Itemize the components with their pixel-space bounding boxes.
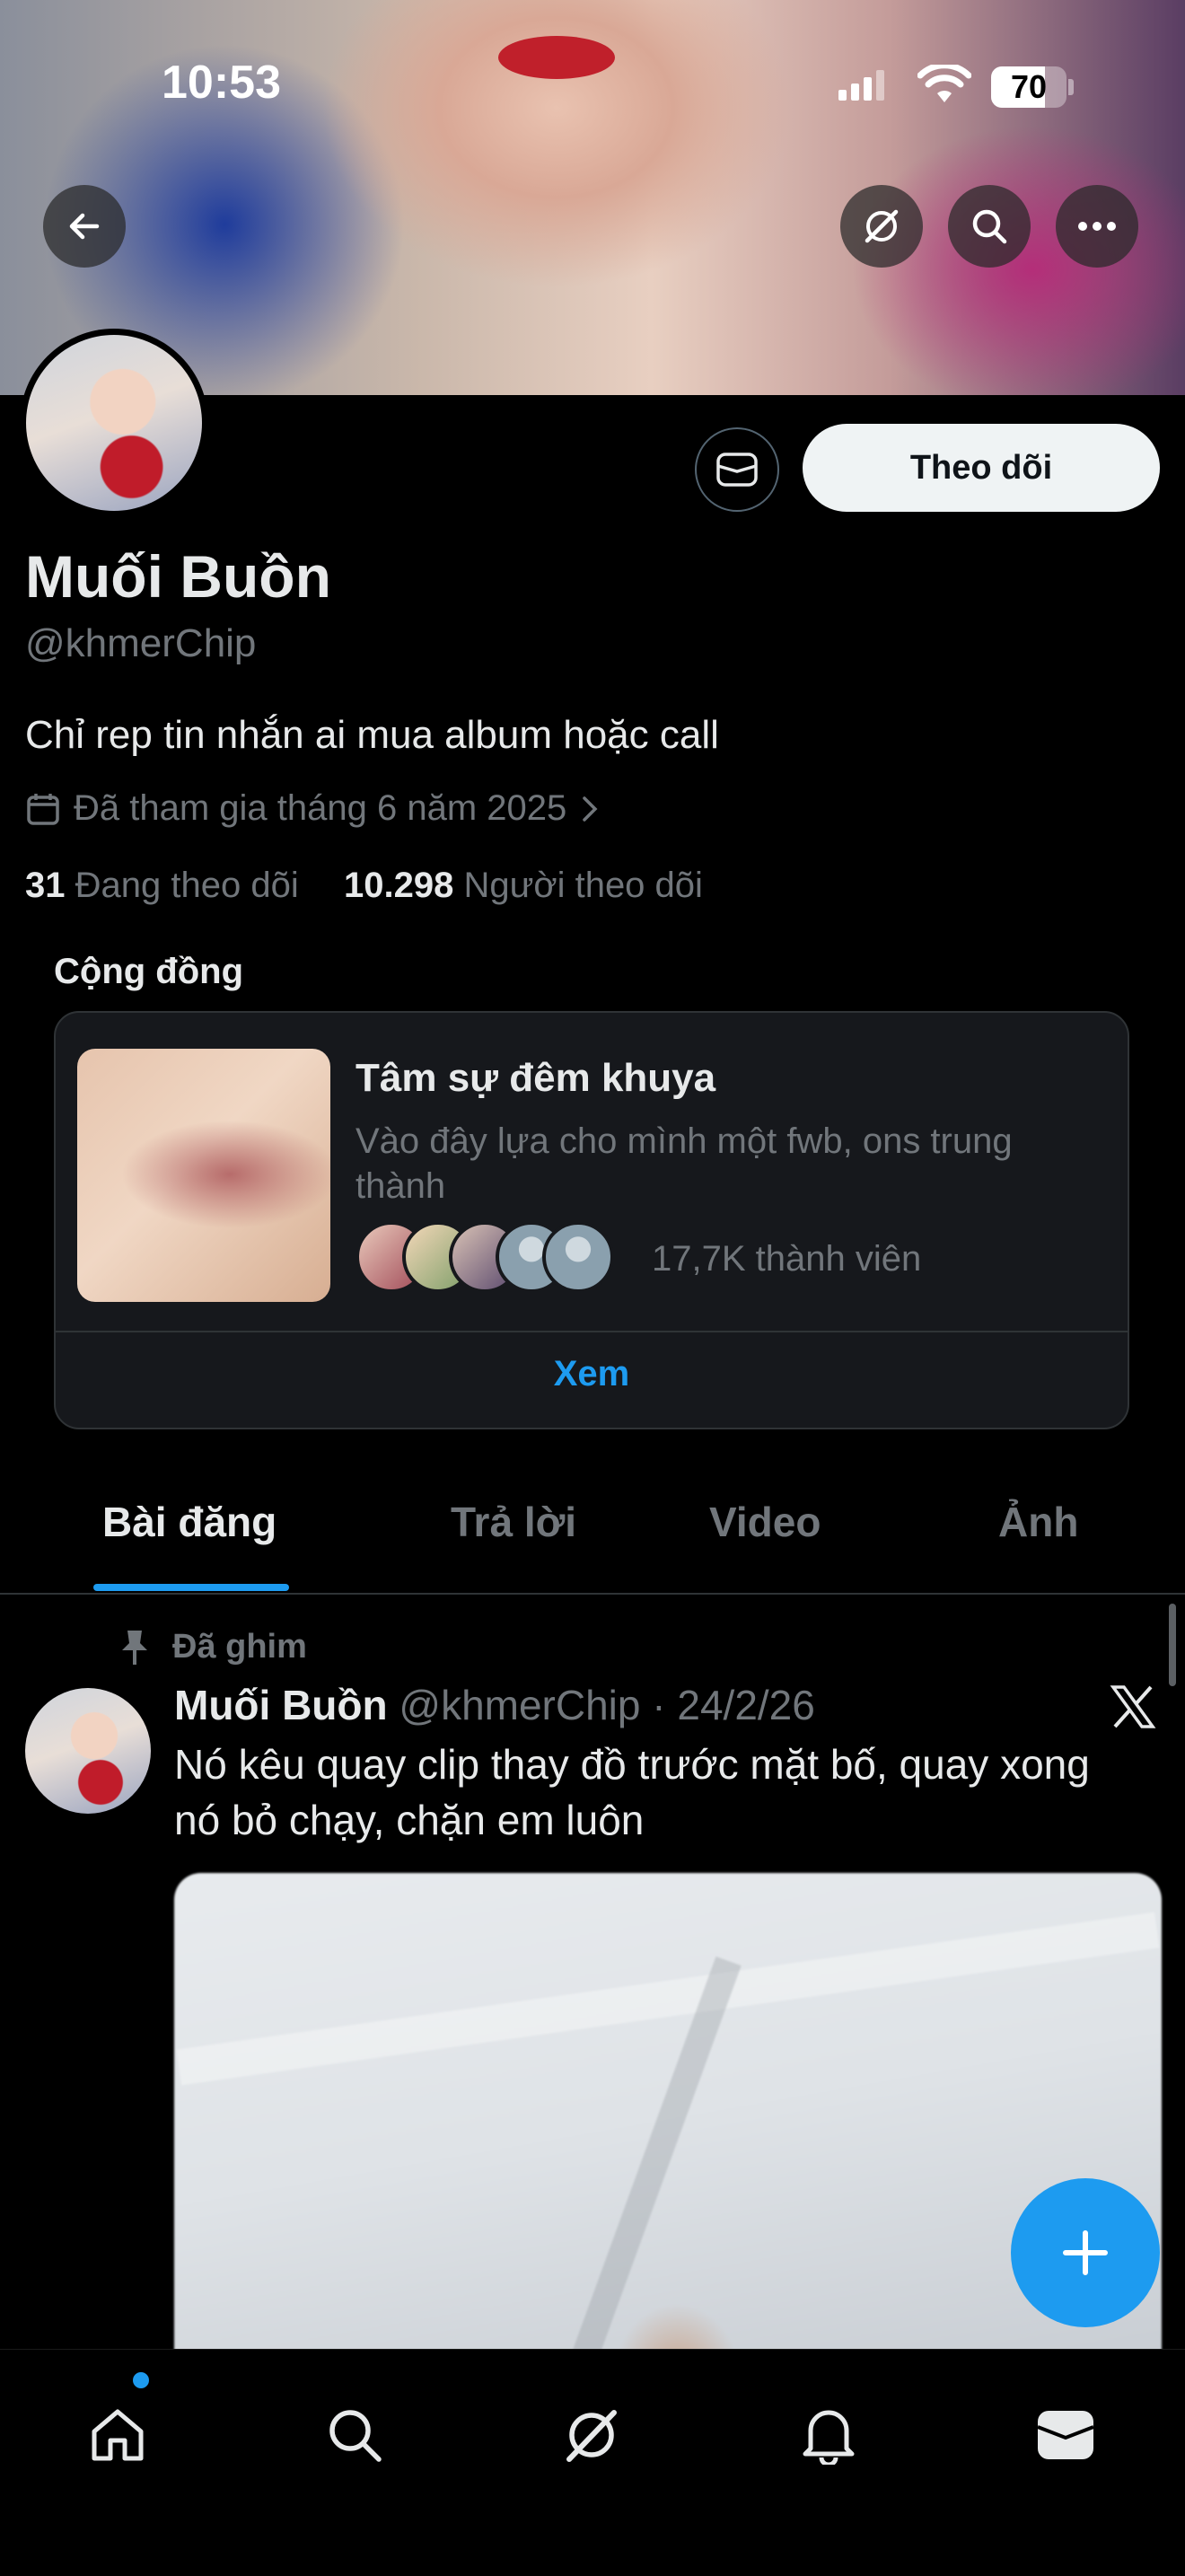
nav-home[interactable] [77, 2395, 158, 2475]
community-section-title: Cộng đồng [54, 952, 244, 991]
more-button[interactable] [1056, 185, 1138, 268]
post-separator: · [652, 1682, 666, 1728]
home-notification-dot [133, 2372, 149, 2388]
more-icon [1078, 222, 1116, 231]
joined-date[interactable]: Đã tham gia tháng 6 năm 2025 [25, 788, 601, 829]
envelope-icon [1037, 2411, 1094, 2459]
search-button[interactable] [948, 185, 1031, 268]
home-icon [92, 2409, 144, 2461]
banner-photo-detail [498, 36, 615, 79]
signal-icon [838, 70, 889, 105]
x-logo-icon [1110, 1684, 1156, 1734]
wifi-icon [917, 62, 972, 109]
profile-bio: Chỉ rep tin nhắn ai mua album hoặc call [25, 713, 719, 757]
tab-replies[interactable]: Trả lời [451, 1498, 576, 1546]
search-icon [972, 209, 1007, 244]
bottom-nav [0, 2349, 1185, 2576]
community-members: 17,7K thành viên [652, 1239, 922, 1279]
avatar-photo [26, 335, 202, 511]
post-author-avatar[interactable] [25, 1688, 151, 1814]
active-tab-indicator [93, 1584, 289, 1591]
following-link[interactable]: 31 Đang theo dõi [25, 866, 299, 905]
pin-icon [122, 1631, 147, 1665]
grok-icon [566, 2410, 617, 2462]
followers-label: Người theo dõi [463, 866, 703, 905]
followers-link[interactable]: 10.298 Người theo dõi [344, 866, 703, 905]
status-time: 10:53 [162, 57, 281, 109]
post-header: Muối Buồn @khmerChip · 24/2/26 [174, 1681, 815, 1729]
following-label: Đang theo dõi [75, 866, 299, 905]
community-card[interactable]: Tâm sự đêm khuya Vào đây lựa cho mình mộ… [54, 1011, 1129, 1429]
community-name: Tâm sự đêm khuya [356, 1056, 716, 1100]
calendar-icon [27, 793, 59, 825]
grok-button[interactable] [840, 185, 923, 268]
tab-posts[interactable]: Bài đăng [102, 1498, 276, 1546]
joined-label: Đã tham gia tháng 6 năm 2025 [74, 788, 567, 828]
nav-messages[interactable] [1025, 2395, 1106, 2475]
following-count: 31 [25, 866, 66, 905]
card-divider [56, 1331, 1128, 1332]
search-icon [329, 2410, 382, 2462]
post-date[interactable]: 24/2/26 [677, 1682, 814, 1728]
follow-stats: 31 Đang theo dõi 10.298 Người theo dõi [25, 866, 703, 906]
profile-tabs: Bài đăng Trả lời Video Ảnh [0, 1498, 1185, 1595]
member-avatar [542, 1221, 614, 1293]
profile-handle: @khmerChip [25, 621, 257, 665]
plus-icon [1063, 2230, 1108, 2275]
post-author-handle[interactable]: @khmerChip [399, 1682, 640, 1728]
follow-button[interactable]: Theo dõi [803, 424, 1160, 512]
profile-name: Muối Buồn [25, 543, 331, 610]
arrow-left-icon [69, 213, 100, 240]
battery-icon: 70 [991, 66, 1074, 108]
tabs-divider [0, 1593, 1185, 1595]
bell-icon [803, 2410, 855, 2465]
pinned-label: Đã ghim [172, 1627, 307, 1666]
tab-photos[interactable]: Ảnh [998, 1498, 1078, 1546]
nav-search[interactable] [314, 2395, 395, 2475]
profile-avatar[interactable] [20, 329, 208, 517]
nav-grok[interactable] [551, 2395, 632, 2475]
grok-icon [865, 209, 899, 243]
followers-count: 10.298 [343, 866, 454, 905]
nav-notifications[interactable] [788, 2395, 869, 2475]
message-button[interactable] [695, 427, 779, 512]
tab-videos[interactable]: Video [709, 1498, 821, 1546]
pinned-indicator: Đã ghim [117, 1627, 307, 1666]
view-community-button[interactable]: Xem [56, 1354, 1128, 1394]
community-image [77, 1049, 330, 1302]
compose-button[interactable] [1011, 2178, 1160, 2327]
envelope-icon [716, 453, 758, 487]
battery-level: 70 [1010, 68, 1048, 105]
post-author-name[interactable]: Muối Buồn [174, 1682, 388, 1728]
scrollbar[interactable] [1169, 1604, 1176, 1686]
chevron-right-icon [583, 796, 598, 822]
back-button[interactable] [43, 185, 126, 268]
community-description: Vào đây lựa cho mình một fwb, ons trung … [356, 1121, 1013, 1206]
post-text: Nó kêu quay clip thay đồ trước mặt bố, q… [174, 1741, 1090, 1843]
